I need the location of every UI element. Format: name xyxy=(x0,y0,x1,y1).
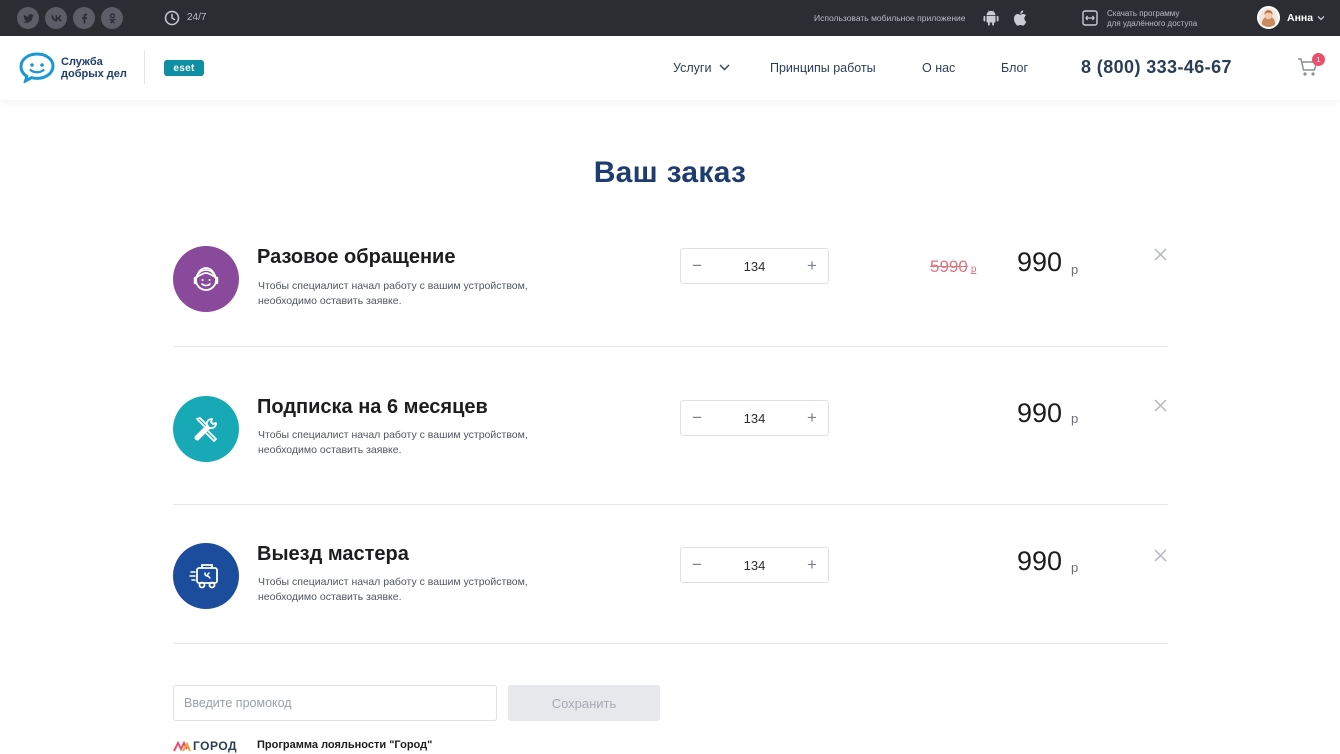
nav-about[interactable]: О нас xyxy=(922,61,955,75)
quantity-stepper: − 134 + xyxy=(680,248,829,284)
nav-services[interactable]: Услуги xyxy=(673,61,711,75)
user-name[interactable]: Анна xyxy=(1287,12,1313,24)
logo-line2: добрых дел xyxy=(61,68,127,80)
item-name: Разовое обращение xyxy=(257,246,456,268)
loyalty-program-title: Программа лояльности "Город" xyxy=(257,739,433,751)
increment-button[interactable]: + xyxy=(801,255,823,277)
page-title: Ваш заказ xyxy=(593,156,747,189)
twitter-icon[interactable] xyxy=(17,7,39,29)
item-description: Чтобы специалист начал работу с вашим ус… xyxy=(258,428,578,458)
item-desc-line: Чтобы специалист начал работу с вашим ус… xyxy=(258,576,528,588)
item-desc-line: необходимо оставить заявке. xyxy=(258,591,402,603)
odnoklassniki-icon[interactable] xyxy=(101,7,123,29)
item-name: Выезд мастера xyxy=(257,543,409,565)
remote-access-icon[interactable] xyxy=(1082,10,1098,26)
remote-download-link[interactable]: Скачать программу для удалённого доступа xyxy=(1107,9,1197,29)
chevron-down-icon[interactable] xyxy=(719,63,730,72)
old-price-value: 5990 xyxy=(930,257,968,276)
item-price: 990 xyxy=(1017,546,1063,576)
chevron-down-icon[interactable] xyxy=(1317,14,1325,22)
remote-text-line1: Скачать программу xyxy=(1107,9,1180,18)
tools-icon xyxy=(173,396,239,462)
price-currency: р xyxy=(1071,411,1079,426)
phone-number[interactable]: 8 (800) 333-46-67 xyxy=(1081,57,1232,78)
header: Служба добрых дел eset Услуги Принципы р… xyxy=(0,36,1340,100)
price-currency: р xyxy=(1071,560,1079,575)
item-price: 990 xyxy=(1017,398,1063,428)
remove-item-icon[interactable] xyxy=(1153,398,1168,413)
item-desc-line: Чтобы специалист начал работу с вашим ус… xyxy=(258,429,528,441)
facebook-icon[interactable] xyxy=(73,7,95,29)
item-name: Подписка на 6 месяцев xyxy=(257,396,488,418)
item-desc-line: Чтобы специалист начал работу с вашим ус… xyxy=(258,280,528,292)
quantity-value[interactable]: 134 xyxy=(711,411,798,426)
apple-icon[interactable] xyxy=(1012,9,1030,27)
item-description: Чтобы специалист начал работу с вашим ус… xyxy=(258,575,578,605)
increment-button[interactable]: + xyxy=(801,554,823,576)
quantity-value[interactable]: 134 xyxy=(711,558,798,573)
decrement-button[interactable]: − xyxy=(686,255,708,277)
quantity-stepper: − 134 + xyxy=(680,547,829,583)
service-van-icon xyxy=(173,543,239,609)
nav-blog[interactable]: Блог xyxy=(1001,61,1028,75)
top-bar: 24/7 Использовать мобильное приложение С… xyxy=(0,0,1340,36)
operator-headset-icon xyxy=(173,246,239,312)
quantity-stepper: − 134 + xyxy=(680,400,829,436)
save-promo-button[interactable]: Сохранить xyxy=(508,685,660,721)
item-divider xyxy=(173,346,1168,347)
old-price-currency: р xyxy=(970,264,977,275)
gorod-logo-icon xyxy=(173,741,191,752)
logo-icon[interactable] xyxy=(18,51,56,83)
decrement-button[interactable]: − xyxy=(686,554,708,576)
vk-icon[interactable] xyxy=(45,7,67,29)
eset-logo: eset xyxy=(164,60,204,76)
item-divider xyxy=(173,643,1168,644)
header-divider xyxy=(144,50,145,84)
item-price: 990 xyxy=(1017,247,1063,277)
remote-text-line2: для удалённого доступа xyxy=(1107,19,1198,28)
gorod-logo-text: ГОРОД xyxy=(193,739,238,753)
quantity-value[interactable]: 134 xyxy=(711,259,798,274)
remove-item-icon[interactable] xyxy=(1153,247,1168,262)
android-icon[interactable] xyxy=(982,9,1000,27)
item-desc-line: необходимо оставить заявке. xyxy=(258,444,402,456)
item-desc-line: необходимо оставить заявке. xyxy=(258,295,402,307)
price-currency: р xyxy=(1071,262,1079,277)
avatar[interactable] xyxy=(1257,6,1280,29)
old-price: 5990 р xyxy=(930,257,976,277)
support-hours: 24/7 xyxy=(187,12,207,23)
item-divider xyxy=(173,504,1168,505)
decrement-button[interactable]: − xyxy=(686,407,708,429)
logo-line1: Служба xyxy=(61,56,103,68)
nav-principles[interactable]: Принципы работы xyxy=(770,61,876,75)
increment-button[interactable]: + xyxy=(801,407,823,429)
item-description: Чтобы специалист начал работу с вашим ус… xyxy=(258,279,578,309)
logo-text[interactable]: Служба добрых дел xyxy=(61,56,127,80)
remove-item-icon[interactable] xyxy=(1153,548,1168,563)
clock-icon xyxy=(164,10,180,26)
mobile-app-text: Использовать мобильное приложение xyxy=(814,13,966,23)
promo-code-input[interactable] xyxy=(173,685,497,721)
cart-count-badge: 1 xyxy=(1312,53,1325,66)
